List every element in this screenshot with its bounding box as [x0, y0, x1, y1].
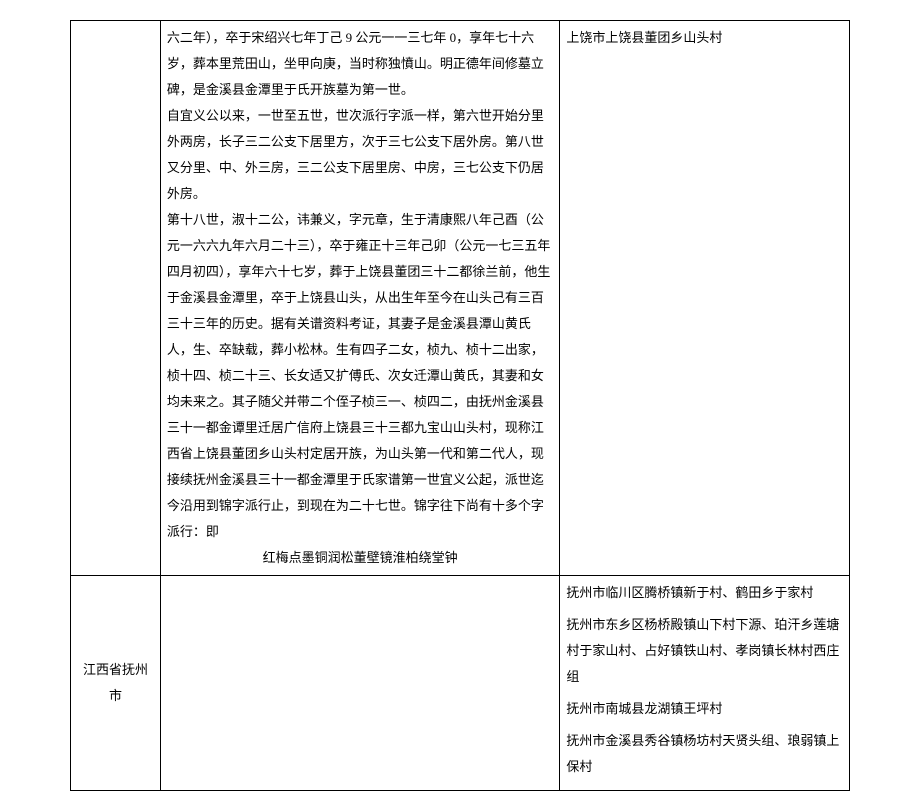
- paragraph-4: 红梅点墨铜润松董壁镜淮柏绕堂钟: [167, 545, 553, 571]
- location-line-4: 抚州市金溪县秀谷镇杨坊村天贤头组、琅弱镇上保村: [566, 728, 843, 780]
- paragraph-3: 第十八世，淑十二公，讳兼义，字元章，生于清康熙八年己酉（公元一六六九年六月二十三…: [167, 207, 553, 545]
- location-line-2: 抚州市东乡区杨桥殿镇山下村下源、珀汗乡莲塘村于家山村、占好镇铁山村、孝岗镇长林村…: [566, 612, 843, 690]
- paragraph-2: 自宜义公以来，一世至五世，世次派行字派一样，第六世开始分里外两房，长子三二公支下…: [167, 103, 553, 207]
- content-cell-2: [160, 576, 559, 791]
- paragraph-1: 六二年），卒于宋绍兴七年丁己 9 公元一一三七年 0，享年七十六岁，葬本里荒田山…: [167, 25, 553, 103]
- region-cell-1: [71, 21, 161, 576]
- content-cell-1: 六二年），卒于宋绍兴七年丁己 9 公元一一三七年 0，享年七十六岁，葬本里荒田山…: [160, 21, 559, 576]
- location-cell-1: 上饶市上饶县董团乡山头村: [560, 21, 850, 576]
- location-cell-2: 抚州市临川区腾桥镇新于村、鹤田乡于家村 抚州市东乡区杨桥殿镇山下村下源、珀汗乡莲…: [560, 576, 850, 791]
- location-line-3: 抚州市南城县龙湖镇王坪村: [566, 696, 843, 722]
- location-line-1: 抚州市临川区腾桥镇新于村、鹤田乡于家村: [566, 580, 843, 606]
- region-cell-2: 江西省抚州市: [71, 576, 161, 791]
